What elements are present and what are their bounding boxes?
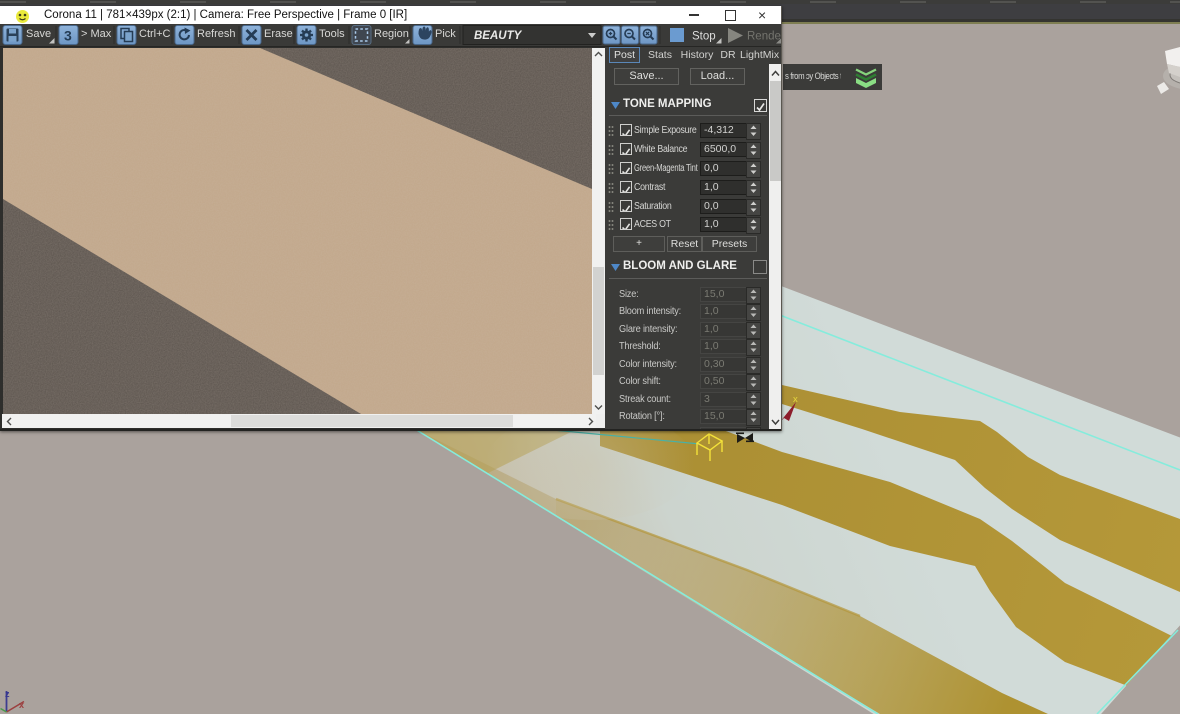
svg-text:x: x: [793, 394, 798, 405]
svg-text:BEAUTY: BEAUTY: [474, 30, 523, 42]
svg-text:Stop: Stop: [692, 31, 716, 43]
svg-text:Render: Render: [747, 31, 782, 43]
svg-text:3: 3: [64, 28, 72, 44]
svg-text:x: x: [19, 700, 24, 710]
svg-text:z: z: [5, 689, 10, 699]
